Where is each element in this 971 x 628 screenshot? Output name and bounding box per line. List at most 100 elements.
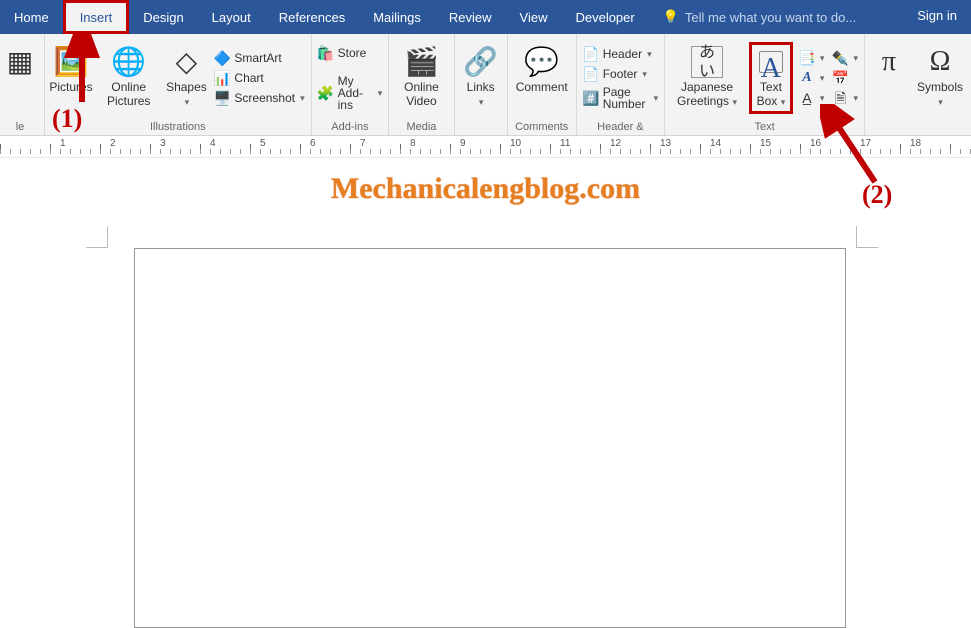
- chart-label: Chart: [234, 72, 263, 84]
- tab-home[interactable]: Home: [0, 0, 63, 34]
- wordart-icon: A: [799, 70, 815, 86]
- tab-mailings[interactable]: Mailings: [359, 0, 435, 34]
- signature-line-button[interactable]: ✒️ ▾: [832, 50, 858, 66]
- ruler-number: 2: [110, 138, 116, 149]
- ruler-number: 17: [860, 138, 871, 149]
- object-icon: 🗎: [832, 90, 848, 106]
- page-number-button[interactable]: #️⃣ Page Number ▾: [583, 86, 658, 110]
- tab-insert[interactable]: Insert: [63, 0, 130, 34]
- equation-button[interactable]: π: [869, 43, 909, 113]
- my-addins-button[interactable]: 🧩 My Add-ins ▾: [318, 75, 383, 111]
- chevron-down-icon: ▾: [185, 97, 190, 107]
- drop-cap-button[interactable]: A̲▾: [799, 90, 825, 106]
- table-button[interactable]: ▦: [0, 43, 40, 113]
- ruler-number: 16: [810, 138, 821, 149]
- ruler-number: 18: [910, 138, 921, 149]
- wordart-button[interactable]: A▾: [799, 70, 825, 86]
- shapes-button[interactable]: ◇ Shapes ▾: [164, 43, 208, 113]
- tab-developer[interactable]: Developer: [561, 0, 648, 34]
- footer-button[interactable]: 📄 Footer ▾: [583, 66, 658, 82]
- ruler-number: 4: [210, 138, 216, 149]
- tab-view[interactable]: View: [506, 0, 562, 34]
- links-icon: 🔗: [465, 46, 497, 78]
- signature-icon: ✒️: [832, 50, 848, 66]
- chevron-down-icon: ▾: [654, 94, 659, 103]
- header-icon: 📄: [583, 46, 599, 62]
- object-button[interactable]: 🗎▾: [832, 90, 858, 106]
- horizontal-ruler[interactable]: 123456789101112131415161718: [0, 136, 971, 158]
- chevron-down-icon: ▾: [778, 97, 785, 107]
- pictures-icon: 🖼️: [55, 46, 87, 78]
- links-label: Links: [467, 80, 495, 94]
- store-icon: 🛍️: [318, 45, 334, 61]
- online-video-button[interactable]: 🎬 Online Video: [393, 43, 449, 113]
- symbols-button[interactable]: Ω Symbols ▾: [913, 43, 967, 113]
- page-margin-corner: [856, 226, 878, 248]
- chevron-down-icon: ▾: [853, 54, 858, 63]
- chevron-down-icon: ▾: [300, 94, 305, 103]
- group-symbols-label: [869, 119, 967, 135]
- ruler-number: 11: [560, 138, 570, 149]
- tab-layout[interactable]: Layout: [198, 0, 265, 34]
- chevron-down-icon: ▾: [378, 89, 383, 98]
- addins-icon: 🧩: [318, 85, 334, 101]
- ribbon: ▦ le 🖼️ Pictures 🌐 Online Pictures ◇ Sha…: [0, 34, 971, 136]
- tab-strip: Home Insert Design Layout References Mai…: [0, 0, 971, 34]
- symbols-label: Symbols: [917, 80, 963, 94]
- document-area[interactable]: Mechanicalengblog.com: [0, 158, 971, 576]
- chevron-down-icon: ▾: [938, 97, 943, 107]
- smartart-button[interactable]: 🔷 SmartArt: [214, 50, 304, 66]
- smartart-icon: 🔷: [214, 50, 230, 66]
- table-icon: ▦: [4, 46, 36, 78]
- tab-review[interactable]: Review: [435, 0, 506, 34]
- tab-design[interactable]: Design: [129, 0, 197, 34]
- chevron-down-icon: ▾: [642, 70, 647, 79]
- screenshot-button[interactable]: 🖥️ Screenshot ▾: [214, 90, 304, 106]
- tell-me-search[interactable]: 💡 Tell me what you want to do...: [649, 0, 904, 34]
- chart-button[interactable]: 📊 Chart: [214, 70, 304, 86]
- page-number-icon: #️⃣: [583, 90, 599, 106]
- text-box-shape[interactable]: [134, 248, 846, 628]
- group-links-label: [459, 119, 503, 135]
- online-pictures-label: Online Pictures: [101, 80, 156, 110]
- group-addins-label: Add-ins: [316, 119, 385, 135]
- comment-icon: 💬: [526, 46, 558, 78]
- ruler-number: 5: [260, 138, 266, 149]
- chevron-down-icon: ▾: [820, 54, 825, 63]
- links-button[interactable]: 🔗 Links▾: [459, 43, 503, 113]
- online-video-label: Online Video: [397, 80, 445, 110]
- screenshot-label: Screenshot: [234, 92, 295, 104]
- ruler-number: 8: [410, 138, 416, 149]
- quick-parts-button[interactable]: 📑▾: [799, 50, 825, 66]
- shapes-label: Shapes: [166, 80, 207, 94]
- ruler-number: 3: [160, 138, 166, 149]
- pictures-button[interactable]: 🖼️ Pictures: [49, 43, 93, 113]
- comment-button[interactable]: 💬 Comment: [512, 43, 572, 113]
- ruler-number: 7: [360, 138, 366, 149]
- group-media-label: Media: [393, 119, 449, 135]
- japanese-greetings-label: Japanese Greetings: [677, 80, 733, 108]
- japanese-greetings-button[interactable]: あい Japanese Greetings ▾: [669, 43, 745, 113]
- ruler-number: 12: [610, 138, 621, 149]
- text-box-icon: A: [755, 46, 787, 78]
- tab-references[interactable]: References: [265, 0, 359, 34]
- text-box-button[interactable]: A Text Box ▾: [749, 42, 793, 114]
- online-pictures-button[interactable]: 🌐 Online Pictures: [97, 43, 160, 113]
- screenshot-icon: 🖥️: [214, 90, 230, 106]
- group-headerfooter-label: Header & Footer: [581, 119, 660, 135]
- store-button[interactable]: 🛍️ Store: [318, 45, 383, 61]
- ruler-number: 1: [60, 138, 66, 149]
- japanese-greetings-icon: あい: [691, 46, 723, 78]
- chevron-down-icon: ▾: [820, 74, 825, 83]
- chevron-down-icon: ▾: [730, 97, 737, 107]
- group-illustrations-label: Illustrations: [49, 119, 307, 135]
- group-tables-label: le: [0, 119, 40, 135]
- smartart-label: SmartArt: [234, 52, 281, 64]
- date-time-button[interactable]: 📅: [832, 70, 858, 86]
- annotation-label-1: (1): [52, 104, 82, 134]
- ruler-number: 14: [710, 138, 721, 149]
- symbols-icon: Ω: [924, 46, 956, 78]
- header-button[interactable]: 📄 Header ▾: [583, 46, 658, 62]
- chevron-down-icon: ▾: [853, 94, 858, 103]
- sign-in-button[interactable]: Sign in: [903, 0, 971, 34]
